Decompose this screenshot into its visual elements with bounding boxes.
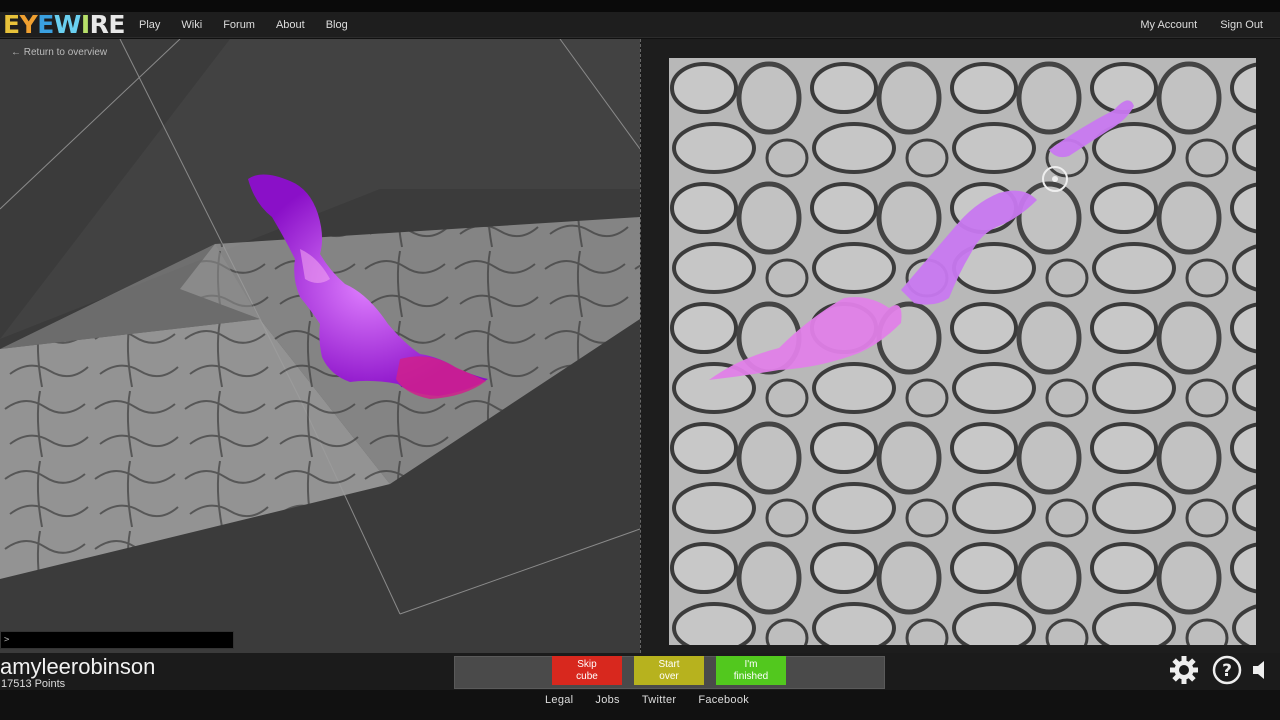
finish-line1: I'm bbox=[744, 659, 758, 670]
account-links: My Account Sign Out bbox=[1117, 12, 1263, 38]
player-username[interactable]: amyleerobinson bbox=[0, 654, 155, 680]
3d-view[interactable]: ← Return to overview > bbox=[0, 39, 640, 653]
eyewire-logo[interactable]: EYEWIRE bbox=[3, 12, 125, 38]
game-stage: ← Return to overview > bbox=[0, 39, 1280, 653]
nav-blog[interactable]: Blog bbox=[326, 19, 348, 31]
footer-facebook[interactable]: Facebook bbox=[698, 694, 749, 706]
bottom-bar: amyleerobinson 17513 Points Skip cube Sta… bbox=[0, 653, 1280, 690]
start-line2: over bbox=[659, 671, 679, 682]
nav-play[interactable]: Play bbox=[139, 19, 160, 31]
2d-em-slice-view[interactable] bbox=[669, 58, 1256, 645]
start-line1: Start bbox=[658, 659, 680, 670]
finish-line2: finished bbox=[733, 671, 769, 682]
nav-wiki[interactable]: Wiki bbox=[181, 19, 202, 31]
svg-text:?: ? bbox=[1222, 661, 1232, 681]
top-strip bbox=[0, 0, 1280, 12]
im-finished-button[interactable]: I'm finished bbox=[716, 656, 786, 685]
nav-forum[interactable]: Forum bbox=[223, 19, 255, 31]
skip-line1: Skip bbox=[577, 659, 597, 670]
footer-links: Legal Jobs Twitter Facebook bbox=[545, 694, 771, 706]
main-navigation: EYEWIRE Play Wiki Forum About Blog My Ac… bbox=[0, 12, 1280, 38]
player-points: 17513 Points bbox=[1, 678, 65, 690]
sign-out-link[interactable]: Sign Out bbox=[1220, 19, 1263, 31]
nav-about[interactable]: About bbox=[276, 19, 305, 31]
em-slice bbox=[669, 58, 1256, 645]
points-label: Points bbox=[34, 678, 66, 690]
footer-legal[interactable]: Legal bbox=[545, 694, 573, 706]
my-account-link[interactable]: My Account bbox=[1140, 19, 1197, 31]
return-to-overview-link[interactable]: ← Return to overview bbox=[11, 47, 107, 58]
footer-jobs[interactable]: Jobs bbox=[595, 694, 619, 706]
chat-console[interactable]: > bbox=[0, 631, 234, 649]
help-icon[interactable]: ? bbox=[1212, 655, 1242, 685]
points-value: 17513 bbox=[1, 678, 32, 690]
footer: Legal Jobs Twitter Facebook bbox=[0, 690, 1280, 720]
gear-icon[interactable] bbox=[1169, 655, 1199, 685]
speaker-icon[interactable] bbox=[1250, 655, 1270, 685]
start-over-button[interactable]: Start over bbox=[634, 656, 704, 685]
skip-line2: cube bbox=[576, 671, 598, 682]
3d-scene bbox=[0, 39, 640, 653]
nav-links: Play Wiki Forum About Blog bbox=[139, 12, 369, 38]
footer-twitter[interactable]: Twitter bbox=[642, 694, 677, 706]
skip-cube-button[interactable]: Skip cube bbox=[552, 656, 622, 685]
